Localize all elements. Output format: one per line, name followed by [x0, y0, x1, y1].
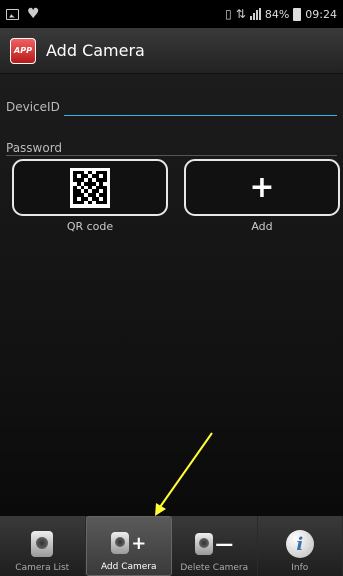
tab-delete-camera[interactable]: — Delete Camera	[172, 516, 258, 576]
data-transfer-icon: ⇅	[235, 7, 246, 21]
image-notification-icon	[6, 8, 19, 20]
tab-label: Add Camera	[100, 562, 157, 572]
page-title: Add Camera	[46, 41, 145, 60]
bottom-tab-bar: Camera List + Add Camera — Delete Camera…	[0, 516, 343, 576]
battery-percent: 84%	[264, 7, 290, 21]
tab-label: Delete Camera	[180, 563, 249, 573]
minus-icon: —	[215, 533, 234, 555]
tab-label: Info	[291, 563, 309, 573]
info-icon: i	[285, 530, 314, 558]
app-logo[interactable]: APP	[10, 37, 36, 64]
qr-code-label: QR code	[66, 220, 114, 233]
tab-camera-list[interactable]: Camera List	[0, 516, 86, 576]
camera-icon	[31, 531, 54, 557]
camera-icon	[111, 532, 130, 554]
action-bar: APP Add Camera	[0, 28, 343, 74]
password-divider	[6, 155, 337, 156]
signal-icon	[249, 8, 261, 20]
device-id-label: DeviceID	[6, 100, 60, 114]
password-label: Password	[6, 141, 63, 155]
device-id-input[interactable]	[64, 98, 337, 116]
tab-info[interactable]: i Info	[258, 516, 343, 576]
qr-code-button[interactable]	[12, 159, 168, 216]
add-button[interactable]: +	[184, 159, 340, 216]
qr-code-icon	[70, 167, 110, 208]
add-label: Add	[251, 220, 273, 233]
tab-add-camera[interactable]: + Add Camera	[85, 516, 172, 576]
vibrate-icon: ▯	[225, 7, 232, 21]
clock: 09:24	[305, 7, 337, 21]
camera-icon	[195, 533, 214, 555]
password-row: Password	[6, 137, 337, 156]
add-camera-form: DeviceID Password QR code + Add	[0, 74, 343, 516]
device-id-row: DeviceID	[6, 96, 337, 116]
battery-icon	[293, 7, 302, 21]
plus-icon: +	[131, 532, 147, 554]
plus-icon: +	[249, 169, 275, 205]
tab-label: Camera List	[15, 563, 70, 573]
status-bar: ♥ ▯ ⇅ 84% 09:24	[0, 0, 343, 28]
heart-notification-icon: ♥	[27, 6, 40, 22]
